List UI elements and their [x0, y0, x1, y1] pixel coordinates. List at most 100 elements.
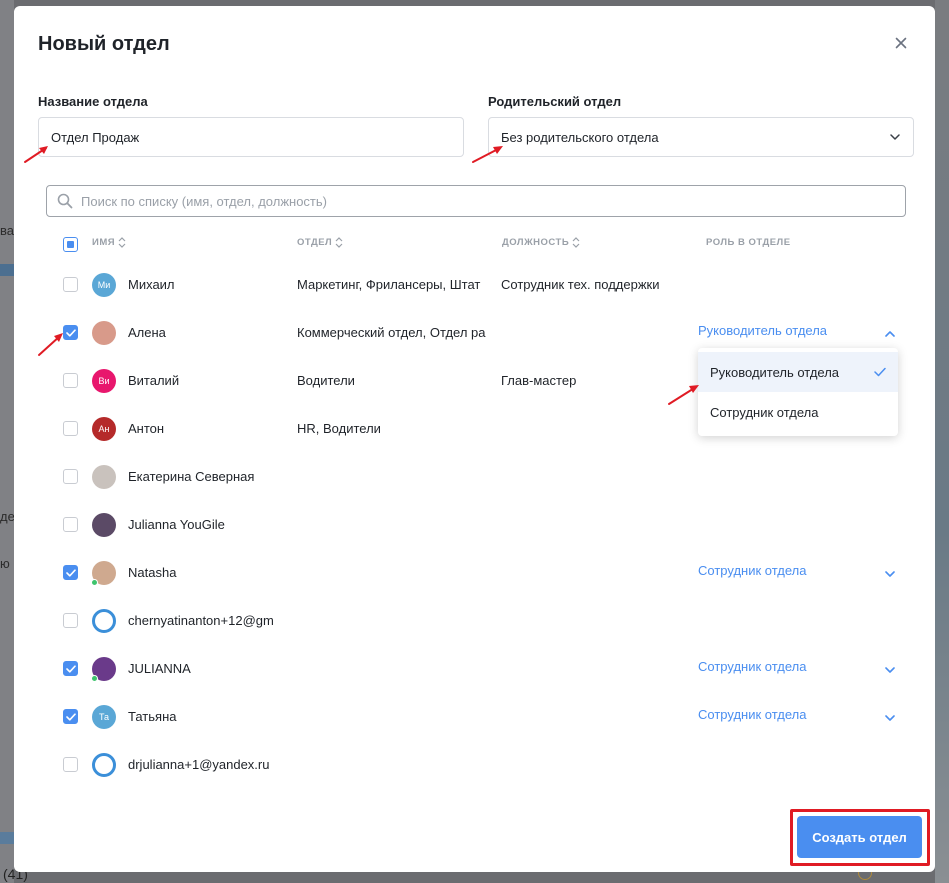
row-checkbox[interactable]	[63, 757, 78, 772]
avatar	[92, 321, 116, 345]
role-select[interactable]: Сотрудник отдела	[698, 659, 806, 674]
role-option-head[interactable]: Руководитель отдела	[698, 352, 898, 392]
avatar-initials: Ми	[97, 280, 111, 290]
online-status-dot	[91, 579, 98, 586]
user-name: Михаил	[128, 277, 175, 292]
user-name: Екатерина Северная	[128, 469, 255, 484]
background-band	[0, 264, 14, 276]
row-checkbox[interactable]	[63, 517, 78, 532]
column-header-label: ИМЯ	[92, 237, 116, 248]
row-checkbox[interactable]	[63, 421, 78, 436]
checkmark-icon	[874, 367, 886, 377]
online-status-dot	[91, 675, 98, 682]
avatar: Та	[92, 705, 116, 729]
role-select[interactable]: Сотрудник отдела	[698, 563, 806, 578]
user-department: HR, Водители	[297, 421, 381, 436]
table-row[interactable]: chernyatinanton+12@gm	[14, 597, 935, 645]
column-header-label: ОТДЕЛ	[297, 237, 333, 248]
avatar: Ми	[92, 273, 116, 297]
user-position: Глав-мастер	[501, 373, 577, 388]
avatar-initials: Та	[98, 712, 110, 722]
table-row[interactable]: Та Татьяна Сотрудник отдела	[14, 693, 935, 741]
row-checkbox[interactable]	[63, 373, 78, 388]
close-button[interactable]	[893, 35, 909, 51]
select-all-checkbox[interactable]	[63, 237, 78, 252]
search-icon	[57, 193, 73, 209]
chevron-down-icon	[890, 134, 900, 140]
chevron-down-icon[interactable]	[884, 662, 896, 680]
table-row[interactable]: Ми Михаил Маркетинг, Фрилансеры, Штат Сотру…	[14, 261, 935, 309]
check-icon	[65, 664, 76, 673]
parent-department-label: Родительский отдел	[488, 94, 622, 109]
row-checkbox[interactable]	[63, 709, 78, 724]
table-row[interactable]: drjulianna+1@yandex.ru	[14, 741, 935, 789]
department-name-label: Название отдела	[38, 94, 148, 109]
parent-department-select[interactable]: Без родительского отдела	[488, 117, 914, 157]
row-checkbox[interactable]	[63, 325, 78, 340]
role-select[interactable]: Сотрудник отдела	[698, 707, 806, 722]
chevron-down-icon[interactable]	[884, 566, 896, 584]
row-checkbox[interactable]	[63, 277, 78, 292]
role-option-label: Руководитель отдела	[710, 364, 840, 380]
user-department: Водители	[297, 373, 355, 388]
avatar	[91, 657, 116, 682]
avatar	[91, 561, 116, 586]
search-input[interactable]	[81, 193, 905, 209]
avatar-initials: Ви	[98, 376, 110, 386]
column-header-name[interactable]: ИМЯ	[92, 237, 126, 248]
table-row[interactable]: Екатерина Северная	[14, 453, 935, 501]
user-department: Маркетинг, Фрилансеры, Штат	[297, 277, 481, 292]
user-department: Коммерческий отдел, Отдел ра	[297, 325, 486, 340]
check-icon	[65, 568, 76, 577]
role-option-member[interactable]: Сотрудник отдела	[698, 392, 898, 432]
chevron-down-icon[interactable]	[884, 710, 896, 728]
avatar	[92, 753, 116, 777]
user-name: Виталий	[128, 373, 180, 388]
user-position: Сотрудник тех. поддержки	[501, 277, 660, 292]
background-text: де	[0, 509, 15, 524]
background-text: ю	[0, 556, 10, 571]
table-row[interactable]: Julianna YouGile	[14, 501, 935, 549]
user-name: Julianna YouGile	[128, 517, 225, 532]
background-app-right	[935, 0, 949, 883]
background-band	[0, 832, 14, 844]
column-header-role: РОЛЬ В ОТДЕЛЕ	[706, 237, 791, 248]
chevron-up-icon[interactable]	[884, 326, 896, 344]
user-name: Татьяна	[128, 709, 177, 724]
search-box[interactable]	[46, 185, 906, 217]
create-department-button[interactable]: Создать отдел	[797, 816, 922, 858]
background-app-sidebar: ва де ю	[0, 0, 15, 883]
close-icon	[895, 37, 907, 49]
user-name: Антон	[128, 421, 165, 436]
row-checkbox[interactable]	[63, 565, 78, 580]
avatar: Ви	[92, 369, 116, 393]
role-select[interactable]: Руководитель отдела	[698, 323, 827, 338]
avatar	[92, 513, 116, 537]
new-department-dialog: Новый отдел Название отдела Родительский…	[14, 6, 935, 872]
sort-icon	[118, 237, 126, 248]
default-user-icon	[97, 614, 111, 628]
column-header-label: ДОЛЖНОСТЬ	[502, 237, 570, 248]
dialog-title: Новый отдел	[38, 33, 170, 55]
column-header-position[interactable]: ДОЛЖНОСТЬ	[502, 237, 580, 248]
sort-icon	[572, 237, 580, 248]
avatar: Ан	[92, 417, 116, 441]
department-name-input[interactable]	[38, 117, 464, 157]
role-option-label: Сотрудник отдела	[710, 404, 819, 420]
table-row[interactable]: Natasha Сотрудник отдела	[14, 549, 935, 597]
row-checkbox[interactable]	[63, 613, 78, 628]
user-name: Алена	[128, 325, 166, 340]
row-checkbox[interactable]	[63, 661, 78, 676]
row-checkbox[interactable]	[63, 469, 78, 484]
avatar	[92, 465, 116, 489]
column-header-department[interactable]: ОТДЕЛ	[297, 237, 343, 248]
column-header-label: РОЛЬ В ОТДЕЛЕ	[706, 237, 791, 248]
avatar	[92, 609, 116, 633]
user-name: chernyatinanton+12@gm	[128, 613, 274, 628]
check-icon	[65, 712, 76, 721]
user-name: JULIANNA	[128, 661, 191, 676]
sort-icon	[335, 237, 343, 248]
table-row[interactable]: JULIANNA Сотрудник отдела	[14, 645, 935, 693]
avatar-initials: Ан	[98, 424, 110, 434]
background-text: ва	[0, 223, 14, 238]
